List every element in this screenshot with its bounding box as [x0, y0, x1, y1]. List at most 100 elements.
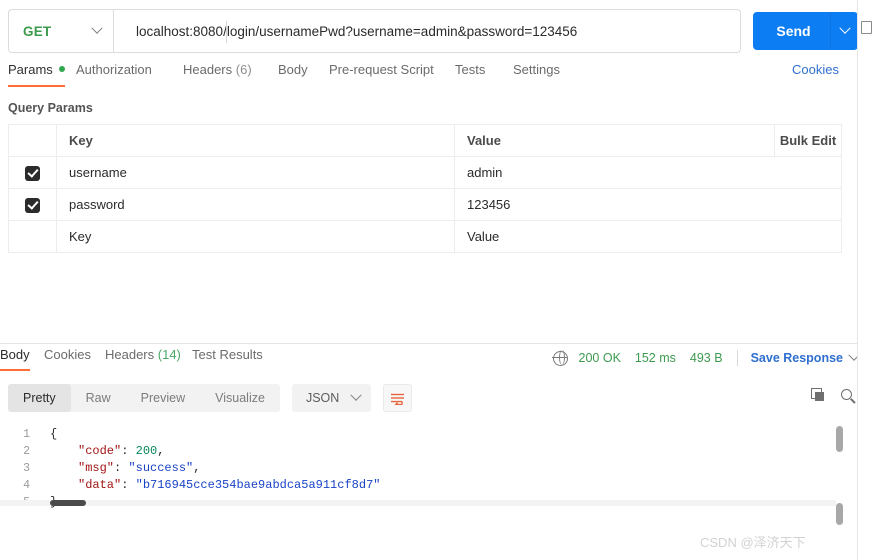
code-token-string: "success" [128, 461, 194, 475]
response-tab-body-label: Body [0, 347, 30, 362]
chevron-down-icon [350, 389, 362, 401]
tab-headers-count: (6) [235, 62, 252, 77]
bulk-edit-button[interactable]: Bulk Edit [774, 124, 842, 157]
code-token: : [121, 444, 136, 458]
response-tab-headers-label: Headers [105, 347, 155, 362]
response-view-toolbar: Pretty Raw Preview Visualize JSON [8, 384, 413, 412]
view-preview-button[interactable]: Preview [126, 384, 200, 412]
globe-icon [552, 350, 568, 366]
url-input[interactable]: localhost:8080/login/usernamePwd?usernam… [113, 9, 741, 53]
query-params-table: Key Value Bulk Edit username admin passw… [8, 124, 842, 253]
vertical-scrollbar-thumb-lower[interactable] [836, 503, 843, 525]
row-checkbox-cell[interactable] [8, 220, 57, 253]
response-view-segmented-control: Pretty Raw Preview Visualize [8, 384, 280, 412]
response-meta: 200 OK 152 ms 493 B Save Response [552, 349, 860, 366]
row-checkbox-cell[interactable] [8, 156, 57, 189]
table-header-row: Key Value Bulk Edit [8, 124, 842, 157]
tab-headers-label: Headers [183, 62, 233, 77]
response-format-dropdown[interactable]: JSON [291, 384, 372, 412]
tab-settings[interactable]: Settings [513, 62, 560, 77]
word-wrap-button[interactable] [383, 384, 413, 412]
row-key-input[interactable]: password [56, 188, 455, 221]
copy-icon[interactable] [811, 388, 824, 401]
response-body-viewer[interactable]: 1 2 3 4 5 { "code": 200, "msg": "success… [0, 422, 857, 532]
search-icon[interactable] [841, 389, 852, 400]
code-line: "data": "b716945cce354bae9abdca5a911cf8d… [78, 478, 380, 492]
line-number: 2 [23, 445, 30, 458]
send-options-button[interactable] [831, 22, 858, 35]
tab-headers[interactable]: Headers (6) [183, 62, 252, 77]
response-time: 152 ms [634, 351, 676, 365]
active-tab-underline [0, 369, 30, 371]
watermark: CSDN @泽济天下 [700, 535, 806, 550]
status-code: 200 OK [578, 351, 621, 365]
view-pretty-button[interactable]: Pretty [8, 384, 71, 412]
table-row: password 123456 [8, 188, 842, 221]
row-key-input[interactable]: username [56, 156, 455, 189]
tab-tests[interactable]: Tests [455, 62, 485, 77]
table-row-empty: Key Value [8, 220, 842, 253]
http-method-dropdown[interactable]: GET [8, 9, 113, 53]
pane-divider[interactable] [0, 343, 857, 344]
send-button-divider [830, 12, 831, 50]
horizontal-scrollbar-thumb[interactable] [50, 500, 86, 506]
code-token-key: "msg" [78, 461, 115, 475]
send-button-label: Send [776, 23, 811, 39]
view-visualize-button[interactable]: Visualize [200, 384, 280, 412]
active-tab-underline [8, 85, 65, 87]
tab-authorization[interactable]: Authorization [76, 62, 152, 77]
word-wrap-icon [391, 393, 405, 405]
url-bar: GET localhost:8080/login/usernamePwd?use… [8, 9, 858, 53]
tab-body[interactable]: Body [278, 62, 308, 77]
code-token: : [114, 461, 129, 475]
line-number-gutter: 1 2 3 4 5 [0, 422, 44, 532]
header-checkbox-cell [8, 124, 57, 157]
right-sidebar-rail [857, 0, 876, 560]
row-checkbox-cell[interactable] [8, 188, 57, 221]
row-key-input-placeholder[interactable]: Key [56, 220, 455, 253]
header-key: Key [56, 124, 455, 157]
checkbox-checked-icon[interactable] [25, 197, 40, 213]
row-value-input[interactable]: admin [454, 156, 842, 189]
unsaved-dot-icon [58, 66, 65, 72]
response-format-label: JSON [305, 391, 340, 405]
tab-authorization-label: Authorization [76, 62, 152, 77]
code-line: "code": 200, [78, 444, 164, 458]
response-tab-test-results[interactable]: Test Results [192, 347, 263, 362]
postman-window: GET localhost:8080/login/usernamePwd?use… [0, 0, 876, 560]
response-size: 493 B [689, 351, 723, 365]
response-tab-test-results-label: Test Results [192, 347, 263, 362]
view-raw-button[interactable]: Raw [71, 384, 126, 412]
checkbox-checked-icon[interactable] [25, 165, 40, 181]
tab-tests-label: Tests [455, 62, 486, 77]
cookies-link[interactable]: Cookies [792, 62, 839, 77]
request-tab-bar: Params Authorization Headers (6) Body Pr… [0, 62, 857, 90]
meta-divider [736, 350, 738, 366]
http-method-label: GET [23, 23, 52, 39]
row-value-input[interactable]: 123456 [454, 188, 842, 221]
send-button[interactable]: Send [753, 12, 858, 50]
code-line: { [50, 427, 57, 441]
code-token: , [157, 444, 165, 458]
panel-toggle-icon[interactable] [861, 21, 872, 34]
response-tab-headers[interactable]: Headers (14) [105, 347, 181, 362]
tab-body-label: Body [278, 62, 308, 77]
response-tab-body[interactable]: Body [0, 347, 30, 371]
code-token: { [50, 427, 58, 441]
tab-params-label: Params [8, 62, 53, 77]
line-number: 3 [23, 462, 30, 475]
chevron-down-icon [91, 22, 103, 34]
row-value-input-placeholder[interactable]: Value [454, 220, 842, 253]
save-response-button[interactable]: Save Response [751, 351, 843, 365]
vertical-scrollbar-thumb[interactable] [836, 426, 843, 452]
response-actions [811, 388, 852, 401]
horizontal-scrollbar-track[interactable] [0, 500, 836, 506]
line-number: 4 [23, 479, 30, 492]
code-token-number: 200 [135, 444, 158, 458]
tab-params[interactable]: Params [8, 62, 65, 87]
header-value: Value [454, 124, 775, 157]
response-tab-cookies[interactable]: Cookies [44, 347, 91, 362]
tab-pre-request-script[interactable]: Pre-request Script [329, 62, 434, 77]
code-line: "msg": "success", [78, 461, 200, 475]
line-number: 1 [23, 428, 30, 441]
